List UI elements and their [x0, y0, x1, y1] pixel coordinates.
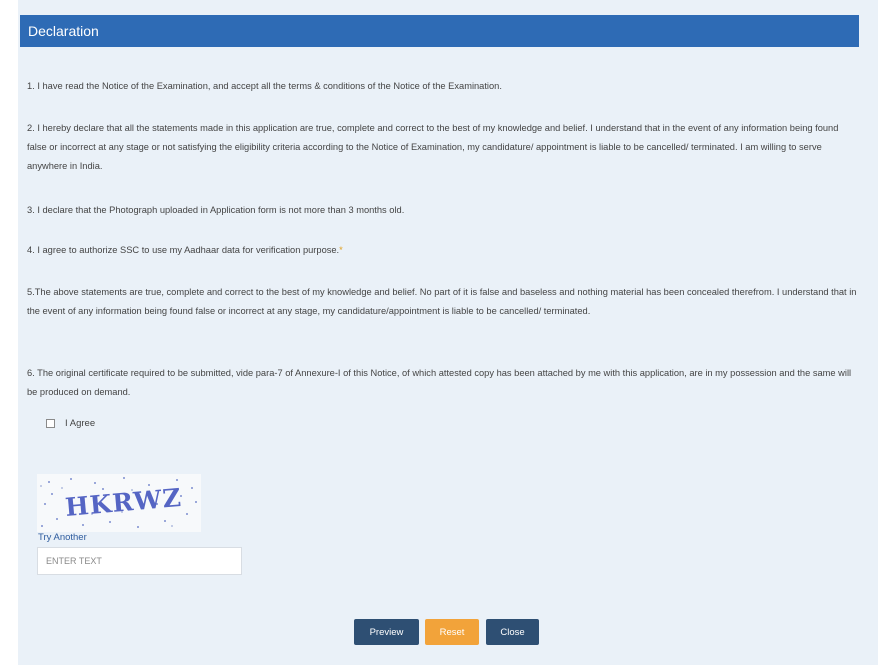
- declaration-2: 2. I hereby declare that all the stateme…: [27, 123, 839, 171]
- section-header: Declaration: [20, 15, 859, 47]
- declaration-4-text: 4. I agree to authorize SSC to use my Aa…: [27, 245, 340, 255]
- declaration-6: 6. The original certificate required to …: [27, 368, 852, 397]
- required-marker: *: [339, 245, 343, 255]
- agree-label: I Agree: [65, 417, 96, 429]
- declaration-1: 1. I have read the Notice of the Examina…: [27, 81, 502, 91]
- agree-row[interactable]: I Agree: [46, 415, 95, 431]
- agree-checkbox[interactable]: [46, 418, 55, 428]
- captcha-input[interactable]: [37, 547, 242, 575]
- declaration-5: 5.The above statements are true, complet…: [27, 287, 857, 316]
- reset-button[interactable]: Reset: [425, 619, 479, 645]
- section-title: Declaration: [28, 23, 99, 39]
- declaration-4: 4. I agree to authorize SSC to use my Aa…: [27, 241, 857, 260]
- preview-button[interactable]: Preview: [354, 619, 419, 645]
- captcha-image: HKRWZ: [37, 474, 201, 532]
- close-button[interactable]: Close: [486, 619, 539, 645]
- try-another-link[interactable]: Try Another: [38, 532, 87, 543]
- declaration-3: 3. I declare that the Photograph uploade…: [27, 205, 405, 215]
